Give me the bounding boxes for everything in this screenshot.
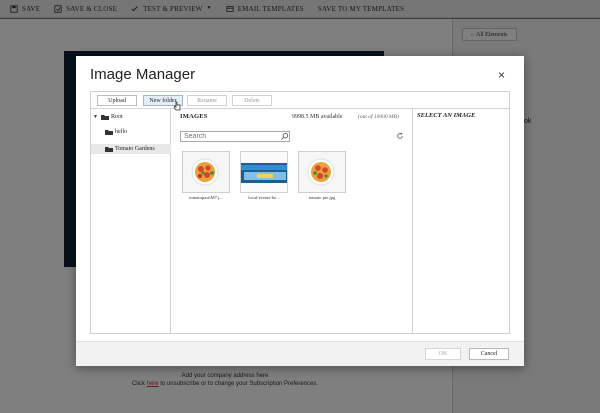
image-thumbnail[interactable]: tomato pie.jpg [298, 151, 350, 205]
storage-capacity: (out of 10000 MB) [358, 114, 399, 120]
image-thumbnail[interactable]: tomatopastiM7.j... [182, 151, 234, 205]
images-heading: IMAGES [180, 113, 208, 120]
image-preview [182, 151, 230, 193]
close-icon[interactable]: × [498, 68, 505, 82]
folder-open-icon [105, 147, 113, 152]
search-input[interactable] [180, 131, 290, 142]
caret-down-icon: ▼ [93, 114, 98, 120]
tree-label-tomato-gardens: Tomato Gardens [115, 146, 155, 152]
image-filename: tomato pie.jpg [308, 195, 336, 200]
tree-label-hello: hello [115, 129, 127, 135]
image-thumbnail[interactable]: local-events-he... [240, 151, 292, 205]
selection-panel: SELECT AN IMAGE [414, 109, 509, 333]
ok-button[interactable]: OK [425, 348, 461, 360]
tree-label-root: Root [111, 114, 123, 120]
tree-item-hello[interactable]: hello [105, 129, 127, 135]
image-preview [298, 151, 346, 193]
image-manager-dialog: Image Manager × Upload New folder Rename… [76, 56, 524, 366]
search-icon[interactable] [280, 132, 289, 141]
tomato-pie-image [299, 152, 345, 192]
folder-tree: ▼ Root hello Tomato Gardens [91, 109, 171, 333]
folder-icon [101, 115, 109, 120]
image-preview [240, 151, 288, 193]
cancel-button[interactable]: Cancel [469, 348, 509, 360]
dialog-body: Upload New folder Rename Delete ▼ Root h… [90, 91, 510, 334]
tree-item-tomato-gardens[interactable]: Tomato Gardens [91, 144, 171, 154]
rename-button[interactable]: Rename [187, 95, 227, 106]
image-toolbar: Upload New folder Rename Delete [91, 92, 509, 111]
dialog-footer: OK Cancel [76, 341, 524, 366]
dialog-title: Image Manager [90, 66, 196, 83]
image-filename: tomatopastiM7.j... [189, 195, 223, 200]
tree-item-root[interactable]: ▼ Root [93, 114, 123, 120]
local-events-banner-image [241, 152, 287, 192]
select-image-heading: SELECT AN IMAGE [417, 112, 476, 119]
refresh-icon[interactable] [396, 132, 404, 140]
folder-icon [105, 130, 113, 135]
storage-available: 9998.5 MB available [292, 114, 343, 120]
upload-button[interactable]: Upload [97, 95, 137, 106]
images-panel: IMAGES 9998.5 MB available (out of 10000… [172, 109, 413, 333]
tomato-pasta-image [183, 152, 229, 192]
delete-button[interactable]: Delete [232, 95, 272, 106]
image-filename: local-events-he... [248, 195, 280, 200]
